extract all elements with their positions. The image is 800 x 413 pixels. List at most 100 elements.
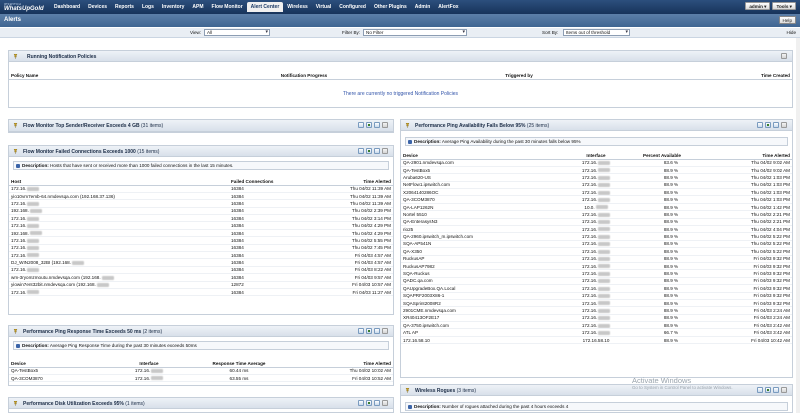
table-row[interactable]: RuckusAP7982 172.16. 88.9 % Fri 04/03 9:32 … bbox=[401, 262, 792, 271]
table-row[interactable]: 172.16. 16384 Fri 04/03 11:27 AM bbox=[9, 288, 393, 297]
table-row[interactable]: SQASprint2008R2 172.16. 88.9 % Fri 04/03 9:… bbox=[401, 299, 792, 308]
whatsup-gold-logo[interactable]: IPSWITCH WhatsUpGold bbox=[0, 0, 50, 14]
hide-filters-link[interactable]: Hide bbox=[787, 30, 796, 35]
table-row[interactable]: XR40413OF2E17 172.16. 88.9 % Fri 04/03 2:24… bbox=[401, 314, 792, 323]
nav-item-other-plugins[interactable]: Other Plugins bbox=[370, 2, 411, 12]
table-row[interactable]: QA-TestBox5 172.16. 60.44 ms Thu 04/02 10:0… bbox=[9, 367, 393, 375]
page-scrollbar[interactable] bbox=[796, 38, 800, 413]
col-time-alerted[interactable]: Time Alerted bbox=[701, 152, 792, 160]
table-row[interactable]: SQA-AP541N 172.16. 88.9 % Thu 04/02 5:22 PM bbox=[401, 240, 792, 249]
pin-icon[interactable] bbox=[13, 54, 18, 59]
table-row[interactable]: QA-3COM3870 172.16. 88.9 % Thu 04/02 1:03 P… bbox=[401, 195, 792, 204]
table-row[interactable]: QA-2901.nmdevsqa.com 172.16. 83.6 % Thu 04/… bbox=[401, 159, 792, 167]
col-device[interactable]: Device bbox=[401, 152, 551, 160]
table-row[interactable]: 192.168. 16384 Thu 04/02 2:39 PM bbox=[9, 207, 393, 216]
table-row[interactable]: yiowin7ent32bit.nmdevsqa.com (192.168. 12… bbox=[9, 281, 393, 289]
edit-icon[interactable] bbox=[358, 328, 364, 334]
col-notification-progress[interactable]: Notification Progress bbox=[189, 72, 419, 80]
table-row[interactable]: 2901CME.nmdevsqa.com 172.16. 88.9 % Fri 04/… bbox=[401, 306, 792, 315]
refresh-icon[interactable] bbox=[374, 400, 380, 406]
table-row[interactable]: SQAPRF2003X86-1 172.16. 88.9 % Fri 04/03 9:… bbox=[401, 292, 792, 300]
export-icon[interactable] bbox=[765, 387, 771, 393]
edit-icon[interactable] bbox=[358, 122, 364, 128]
table-row[interactable]: ATL AP 172.16. 66.7 % Fri 04/03 3:42 AM bbox=[401, 328, 792, 337]
refresh-icon[interactable] bbox=[374, 148, 380, 154]
table-row[interactable]: QA-TestBox5 172.16. 88.9 % Thu 04/02 9:02 A… bbox=[401, 166, 792, 175]
table-row[interactable]: 172.16.58.10 172.16.58.10 88.9 % Fri 04/03 … bbox=[401, 336, 792, 345]
settings-icon[interactable] bbox=[382, 148, 388, 154]
settings-icon[interactable] bbox=[781, 53, 787, 59]
table-row[interactable]: QADC.qa.com 172.16. 88.9 % Fri 04/03 9:32 P… bbox=[401, 277, 792, 286]
col-interface[interactable]: Interface bbox=[551, 152, 641, 160]
table-row[interactable]: X2064140286OC 172.16. 88.9 % Thu 04/02 1:03… bbox=[401, 188, 792, 197]
nav-item-alertfox[interactable]: AlertFox bbox=[434, 2, 462, 12]
col-policy-name[interactable]: Policy Name bbox=[9, 72, 189, 80]
table-row[interactable]: NetFlow1.ipswitch.com 172.16. 88.9 % Thu 04… bbox=[401, 181, 792, 190]
filter-by-select[interactable]: No Filter bbox=[363, 29, 467, 36]
export-icon[interactable] bbox=[765, 122, 771, 128]
table-row[interactable]: 192.168. 16384 Thu 04/02 4:29 PM bbox=[9, 229, 393, 238]
table-row[interactable]: Nortel 5510 172.16. 88.9 % Thu 04/02 2:21 P… bbox=[401, 210, 792, 219]
col-failed-connections[interactable]: Failed Connections bbox=[229, 178, 309, 186]
settings-icon[interactable] bbox=[382, 122, 388, 128]
edit-icon[interactable] bbox=[358, 400, 364, 406]
pin-icon[interactable] bbox=[405, 388, 410, 393]
nav-item-admin[interactable]: Admin bbox=[411, 2, 435, 12]
col-time-alerted[interactable]: Time Alerted bbox=[289, 360, 393, 368]
pin-icon[interactable] bbox=[13, 149, 18, 154]
view-select[interactable]: All bbox=[204, 29, 270, 36]
refresh-icon[interactable] bbox=[374, 328, 380, 334]
nav-item-devices[interactable]: Devices bbox=[84, 2, 111, 12]
table-row[interactable]: Aruba620-US 172.16. 88.9 % Thu 04/02 1:03 P… bbox=[401, 173, 792, 182]
table-row[interactable]: RuckusAP 172.16. 88.9 % Fri 04/03 9:32 PM bbox=[401, 255, 792, 263]
refresh-icon[interactable] bbox=[374, 122, 380, 128]
table-row[interactable]: QA-X350 172.16. 88.9 % Thu 04/02 5:22 PM bbox=[401, 247, 792, 256]
table-row[interactable]: 172.16. 16384 Thu 04/02 5:55 PM bbox=[9, 236, 393, 245]
table-row[interactable]: QAUpgradeBox.QA.Local 172.16. 88.9 % Fri 04… bbox=[401, 284, 792, 293]
nav-item-apm[interactable]: APM bbox=[188, 2, 207, 12]
pin-icon[interactable] bbox=[13, 329, 18, 334]
nav-item-virtual[interactable]: Virtual bbox=[312, 2, 335, 12]
edit-icon[interactable] bbox=[358, 148, 364, 154]
settings-icon[interactable] bbox=[382, 400, 388, 406]
nav-item-logs[interactable]: Logs bbox=[138, 2, 158, 12]
col-interface[interactable]: Interface bbox=[109, 360, 189, 368]
col-device[interactable]: Device bbox=[9, 360, 109, 368]
edit-icon[interactable] bbox=[757, 122, 763, 128]
col-time-created[interactable]: Time Created bbox=[619, 72, 792, 80]
nav-item-flow-monitor[interactable]: Flow Monitor bbox=[208, 2, 247, 12]
export-icon[interactable] bbox=[366, 148, 372, 154]
table-row[interactable]: DJ_WIN2008_32BI (192.168. 16384 Fri 04/03 … bbox=[9, 258, 393, 267]
tools-menu[interactable]: Tools ▾ bbox=[772, 2, 796, 10]
table-row[interactable]: wm-3ryomzmoutu.nmdevsqa.com (192.168. 163… bbox=[9, 273, 393, 282]
table-row[interactable]: 172.16. 16384 Thu 04/02 11:39 AM bbox=[9, 185, 393, 193]
user-menu[interactable]: admin ▾ bbox=[745, 2, 771, 10]
sort-by-select[interactable]: Items out of threshold bbox=[563, 29, 630, 36]
col-response-time-average[interactable]: Response Time Average bbox=[189, 360, 289, 368]
nav-item-inventory[interactable]: Inventory bbox=[158, 2, 189, 12]
settings-icon[interactable] bbox=[781, 122, 787, 128]
table-row[interactable]: QA-EnterasysN3 172.16. 88.9 % Thu 04/02 2:2… bbox=[401, 218, 792, 227]
table-row[interactable]: 172.16. 16384 Thu 04/02 3:14 PM bbox=[9, 214, 393, 223]
table-row[interactable]: 172.16. 16384 Thu 04/02 4:29 PM bbox=[9, 221, 393, 230]
table-row[interactable]: 172.16. 16384 Fri 04/03 8:22 AM bbox=[9, 266, 393, 275]
settings-icon[interactable] bbox=[781, 387, 787, 393]
col-percent-available[interactable]: Percent Available bbox=[641, 152, 701, 160]
export-icon[interactable] bbox=[366, 328, 372, 334]
col-triggered-by[interactable]: Triggered by bbox=[419, 72, 619, 80]
table-row[interactable]: QA-3COM3870 172.16. 63.55 ms Fri 04/03 10:5… bbox=[9, 374, 393, 383]
table-row[interactable]: QA-LAP1262N 10.0. 88.9 % Thu 04/02 1:42 PM bbox=[401, 203, 792, 212]
export-icon[interactable] bbox=[366, 122, 372, 128]
help-button[interactable]: Help bbox=[778, 16, 796, 24]
export-icon[interactable] bbox=[366, 400, 372, 406]
table-row[interactable]: SQA-Ruckus 172.16. 88.9 % Fri 04/03 9:32 PM bbox=[401, 269, 792, 278]
table-row[interactable]: QA-2960.ipswitch_m.ipswitch.com 172.16. 88… bbox=[401, 232, 792, 241]
refresh-icon[interactable] bbox=[773, 122, 779, 128]
table-row[interactable]: yio10vm7emb-64.nmdevsqa.com (192.168.37.… bbox=[9, 192, 393, 201]
settings-icon[interactable] bbox=[382, 328, 388, 334]
refresh-icon[interactable] bbox=[773, 387, 779, 393]
nav-item-configured[interactable]: Configured bbox=[335, 2, 370, 12]
edit-icon[interactable] bbox=[757, 387, 763, 393]
table-row[interactable]: QA-3750.ipswitch.com 172.16. 88.9 % Fri 04/… bbox=[401, 321, 792, 330]
pin-icon[interactable] bbox=[13, 123, 18, 128]
